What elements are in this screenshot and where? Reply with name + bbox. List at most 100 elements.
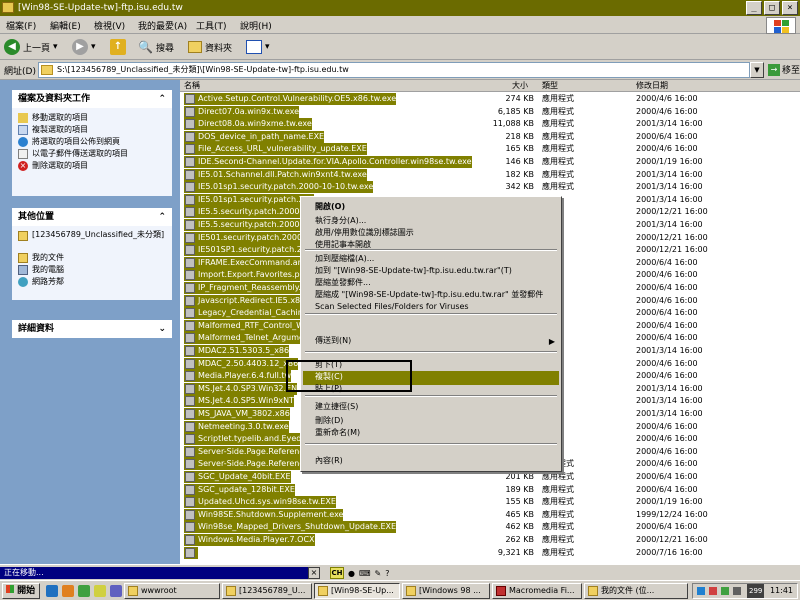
- file-row[interactable]: Updated.Uhcd.sys.win98se.tw.EXE 155 KB 應用程…: [180, 496, 800, 509]
- context-menu-item[interactable]: 壓縮成 "[Win98-SE-Update-tw]-ftp.isu.edu.tw…: [315, 289, 543, 301]
- quicklaunch-icon[interactable]: [78, 585, 90, 597]
- menu-favorites[interactable]: 我的最愛(A): [138, 19, 187, 32]
- volume-icon[interactable]: [733, 587, 741, 595]
- ime-icon[interactable]: CH: [330, 567, 344, 579]
- tray-counter[interactable]: 299: [747, 584, 765, 598]
- keyboard-icon[interactable]: ⌨: [359, 569, 371, 578]
- file-tasks-header[interactable]: 檔案及資料夾工作 ⌃: [12, 90, 172, 108]
- file-row[interactable]: IE5.01.Schannel.dll.Patch.win9xnt4.tw.ex…: [180, 168, 800, 181]
- tray-icon[interactable]: [709, 587, 717, 595]
- file-icon: [185, 434, 195, 445]
- expand-chevron-icon[interactable]: ⌄: [158, 320, 166, 338]
- address-dropdown-button[interactable]: ▼: [750, 62, 764, 78]
- file-row[interactable]: SGC_Update_40bit.EXE 201 KB 應用程式 2000/6/4 1…: [180, 471, 800, 483]
- menu-view[interactable]: 檢視(V): [94, 19, 125, 32]
- task-move[interactable]: 移動選取的項目: [12, 112, 172, 124]
- file-date: 2000/1/19 16:00: [636, 157, 703, 166]
- column-name[interactable]: 名稱: [184, 80, 200, 92]
- menu-file[interactable]: 檔案(F): [6, 19, 36, 32]
- taskbar-item[interactable]: wwwroot: [124, 583, 220, 599]
- file-name-text: MDAC_2.50.4403.12_x86: [198, 358, 299, 368]
- tray-icon[interactable]: [697, 587, 705, 595]
- file-name-text: IE5.5.security.patch.2000-8-: [198, 207, 311, 217]
- other-places-header[interactable]: 其他位置 ⌃: [12, 208, 172, 226]
- task-publish[interactable]: 將選取的項目公佈到網頁: [12, 136, 172, 148]
- help-icon[interactable]: ?: [385, 569, 389, 578]
- file-row[interactable]: Win98SE.Shutdown.Supplement.exe 465 KB 應用程…: [180, 508, 800, 521]
- file-row[interactable]: Active.Setup.Control.Vulnerability.OE5.x…: [180, 93, 800, 105]
- tray-icon[interactable]: [721, 587, 729, 595]
- menu-edit[interactable]: 編輯(E): [50, 19, 81, 32]
- column-type[interactable]: 類型: [542, 80, 558, 92]
- context-menu-item[interactable]: 重新命名(M): [315, 427, 360, 439]
- up-button[interactable]: ↑: [110, 37, 126, 57]
- taskbar-item-active[interactable]: [Win98-SE-Up...: [314, 583, 400, 599]
- place-network[interactable]: 網路芳鄰: [12, 276, 172, 288]
- context-menu-item[interactable]: 執行身分(A)...: [315, 215, 366, 227]
- menu-tools[interactable]: 工具(T): [196, 19, 227, 32]
- taskbar-item[interactable]: [Windows 98 ...: [402, 583, 490, 599]
- ie-icon[interactable]: [46, 585, 58, 597]
- task-copy[interactable]: 複製選取的項目: [12, 124, 172, 136]
- taskbar-item[interactable]: 我的文件 (位...: [584, 583, 688, 599]
- taskbar-item[interactable]: Macromedia Fi...: [492, 583, 582, 599]
- context-menu-item[interactable]: 開啟(O): [315, 201, 345, 213]
- pen-icon[interactable]: ✎: [375, 569, 382, 578]
- column-modified[interactable]: 修改日期: [636, 80, 668, 92]
- context-menu-item[interactable]: 內容(R): [315, 455, 343, 467]
- file-row[interactable]: SGC_update_128bit.EXE 189 KB 應用程式 2000/6/4 …: [180, 483, 800, 496]
- file-icon: [185, 472, 195, 482]
- context-menu-item[interactable]: Scan Selected Files/Folders for Viruses: [315, 301, 469, 313]
- quicklaunch-icon[interactable]: [62, 585, 74, 597]
- collapse-chevron-icon[interactable]: ⌃: [158, 208, 166, 226]
- file-row[interactable]: Windows.Media.Player.7.OCX 262 KB 應用程式 2000…: [180, 534, 800, 546]
- file-date: 2000/7/16 16:00: [636, 547, 703, 557]
- task-email[interactable]: 以電子郵件傳送選取的項目: [12, 148, 172, 160]
- file-row[interactable]: File_Access_URL_vulnerability_update.EXE…: [180, 143, 800, 156]
- maximize-button[interactable]: □: [764, 1, 780, 15]
- address-input[interactable]: S:\[123456789_Unclassified_未分類]\[Win98-S…: [38, 62, 750, 78]
- start-label: 開始: [17, 586, 36, 596]
- task-publish-label: 將選取的項目公佈到網頁: [32, 137, 120, 146]
- context-menu-item[interactable]: 啟用/停用數位識別標誌圖示: [315, 227, 414, 239]
- search-button[interactable]: 🔍 搜尋: [138, 37, 174, 57]
- file-row[interactable]: DOS_device_in_path_name.EXE 218 KB 應用程式 200…: [180, 130, 800, 143]
- file-date: 2001/3/14 16:00: [636, 409, 703, 418]
- context-menu-item[interactable]: 加到 "[Win98-SE-Update-tw]-ftp.isu.edu.tw.…: [315, 265, 512, 277]
- file-date: 2001/3/14 16:00: [636, 346, 703, 355]
- forward-button[interactable]: ▶ ▾: [72, 37, 96, 57]
- file-row[interactable]: IDE.Second-Channel.Update.for.VIA.Apollo…: [180, 156, 800, 168]
- place-my-computer[interactable]: 我的電腦: [12, 264, 172, 276]
- file-row[interactable]: Direct08.0a.win9xme.tw.exe 11,088 KB 應用程式 2…: [180, 118, 800, 131]
- start-button[interactable]: 開始: [2, 583, 40, 599]
- minimize-button[interactable]: _: [746, 1, 762, 15]
- status-close-button[interactable]: ×: [308, 567, 320, 579]
- collapse-chevron-icon[interactable]: ⌃: [158, 90, 166, 108]
- details-header[interactable]: 詳細資料 ⌄: [12, 320, 172, 338]
- column-size[interactable]: 大小: [512, 80, 528, 92]
- views-button[interactable]: ▾: [246, 37, 270, 57]
- file-row[interactable]: Direct07.0a.win9x.tw.exe 6,185 KB 應用程式 2000…: [180, 105, 800, 118]
- file-row[interactable]: 9,321 KB 應用程式 2000/7/16 16:00: [180, 546, 800, 559]
- file-row[interactable]: Win98se_Mapped_Drivers_Shutdown_Update.E…: [180, 521, 800, 534]
- quicklaunch-icon[interactable]: [94, 585, 106, 597]
- place-my-documents[interactable]: 我的文件: [12, 252, 172, 264]
- folders-button[interactable]: 資料夾: [188, 37, 232, 57]
- go-button[interactable]: → 移至: [768, 63, 800, 76]
- context-menu-item[interactable]: 傳送到(N): [315, 335, 351, 347]
- task-delete[interactable]: × 刪除選取的項目: [12, 160, 172, 172]
- context-menu-item[interactable]: 加到壓縮檔(A)...: [315, 253, 374, 265]
- file-name: IE5.01sp1.security.patch.200: [184, 193, 314, 206]
- back-button[interactable]: ◀ 上一頁 ▾: [4, 37, 58, 57]
- quicklaunch-icon[interactable]: [110, 585, 122, 597]
- place-parent-folder[interactable]: [123456789_Unclassified_未分類]: [12, 230, 172, 252]
- context-menu-item[interactable]: 刪除(D): [315, 415, 343, 427]
- context-menu-item[interactable]: 壓縮並發郵件...: [315, 277, 371, 289]
- ime-mode-icon[interactable]: ●: [348, 569, 355, 578]
- taskbar-item[interactable]: [123456789_U...: [222, 583, 312, 599]
- close-button[interactable]: ×: [782, 1, 798, 15]
- context-menu-item[interactable]: 建立捷徑(S): [315, 401, 358, 413]
- file-row[interactable]: IE5.01sp1.security.patch.2000-10-10.tw.e…: [180, 181, 800, 194]
- file-date: 2000/6/4 16:00: [636, 522, 698, 532]
- menu-help[interactable]: 說明(H): [240, 19, 272, 32]
